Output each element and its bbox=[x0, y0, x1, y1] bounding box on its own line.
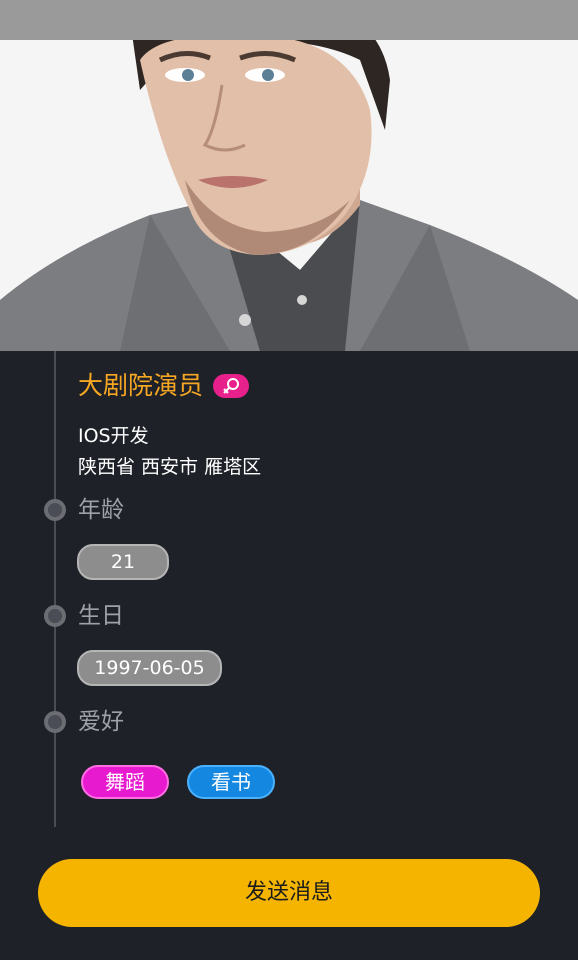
timeline-line bbox=[54, 351, 56, 827]
send-message-button[interactable]: 发送消息 bbox=[38, 859, 540, 927]
profile-location: 陕西省 西安市 雁塔区 bbox=[78, 456, 262, 478]
birthday-value: 1997-06-05 bbox=[77, 650, 222, 686]
age-value: 21 bbox=[77, 544, 169, 580]
hobbies-label: 爱好 bbox=[78, 709, 124, 735]
profile-photo[interactable] bbox=[0, 0, 578, 351]
age-label: 年龄 bbox=[78, 497, 124, 523]
timeline-dot-age bbox=[44, 499, 66, 521]
profile-name: 大剧院演员 bbox=[78, 371, 204, 400]
profile-photo-image bbox=[0, 0, 578, 351]
name-row: 大剧院演员 bbox=[78, 368, 250, 404]
status-bar bbox=[0, 0, 578, 40]
hobby-tag-reading: 看书 bbox=[187, 765, 275, 799]
female-icon bbox=[213, 374, 250, 398]
profile-job: IOS开发 bbox=[78, 425, 149, 447]
birthday-label: 生日 bbox=[78, 603, 124, 629]
timeline-dot-hobbies bbox=[44, 711, 66, 733]
hobby-tag-dance: 舞蹈 bbox=[81, 765, 169, 799]
timeline-dot-birthday bbox=[44, 605, 66, 627]
